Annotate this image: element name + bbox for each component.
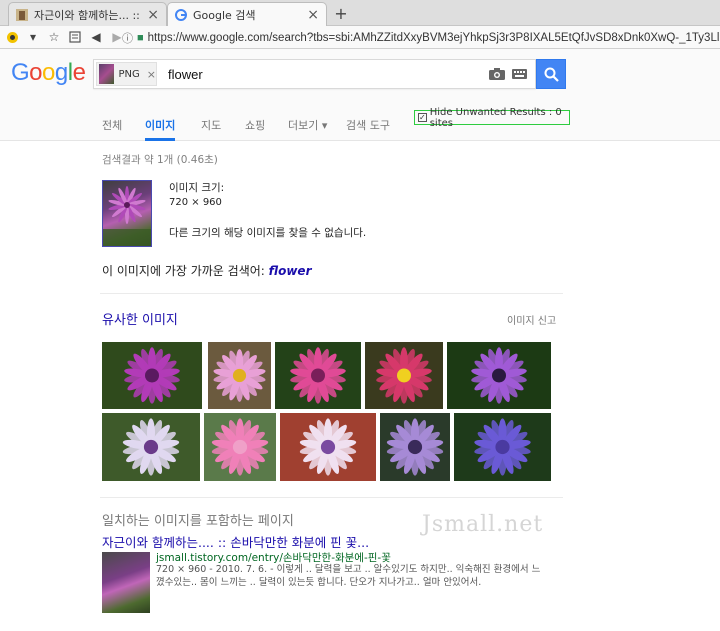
tab-shopping[interactable]: 쇼핑 — [245, 117, 265, 141]
tab-title: 자근이와 함께하는... :: 손바 — [34, 8, 143, 22]
image-size-value: 720 × 960 — [169, 197, 222, 208]
search-icon — [544, 67, 559, 82]
no-other-sizes: 다른 크기의 해당 이미지를 찾을 수 없습니다. — [169, 227, 367, 239]
page-result-title[interactable]: 자근이와 함께하는.... :: 손바닥만한 화분에 핀 꽃... — [102, 532, 369, 551]
snippet-line: 꼈수있는.. 몸이 느끼는 .. 달력이 있는듯 합니다. 단오가 지나가고..… — [156, 577, 482, 588]
similar-image-red-pink-dahlia[interactable] — [365, 342, 443, 409]
similar-image-aster-with-bee[interactable] — [208, 342, 271, 409]
back-icon[interactable]: ◀ — [87, 28, 105, 46]
result-stats: 검색결과 약 1개 (0.46초) — [102, 154, 218, 166]
search-query[interactable]: flower — [168, 67, 203, 82]
bookmark-star-icon[interactable]: ☆ — [45, 28, 63, 46]
similar-image-passion-flower-1[interactable] — [102, 413, 200, 481]
browser-tab-jsmall[interactable]: 자근이와 함께하는... :: 손바 × — [8, 2, 167, 26]
url-text: https://www.google.com/search?tbs=sbi:AM… — [147, 31, 720, 44]
best-guess-link[interactable]: flower — [269, 264, 312, 278]
snippet-line: 720 × 960 - 2010. 7. 6. - 이렇게 .. 달력을 보고 … — [156, 564, 541, 575]
tab-maps[interactable]: 지도 — [201, 117, 221, 141]
page-result-thumbnail[interactable] — [102, 552, 150, 613]
tab-title: Google 검색 — [193, 9, 256, 22]
keyboard-icon[interactable] — [512, 69, 527, 79]
similar-image-pink-mimosa-puff[interactable] — [204, 413, 276, 481]
divider — [100, 497, 563, 498]
search-box[interactable]: PNG × flower — [93, 59, 536, 89]
best-guess-label: 이 이미지에 가장 가까운 검색어: — [102, 264, 265, 278]
tab-all[interactable]: 전체 — [102, 117, 122, 141]
similar-image-purple-spoon-daisy[interactable] — [380, 413, 450, 481]
watermark: Jsmall.net — [422, 512, 544, 537]
hide-results-checkbox[interactable]: ✓ — [418, 113, 427, 122]
page-favicon-icon — [16, 8, 28, 21]
hide-results-label: Hide Unwanted Results : 0 sites — [429, 106, 562, 129]
chip-label: PNG — [118, 68, 140, 80]
new-tab-button[interactable]: + — [332, 4, 350, 23]
similar-image-passion-flower-2[interactable] — [280, 413, 376, 481]
browser-toolbar: ▾ ☆ ◀ ▶ ⓘ ■ https://www.google.com/searc… — [0, 26, 720, 49]
report-images-link[interactable]: 이미지 신고 — [507, 312, 556, 327]
query-image[interactable] — [102, 180, 152, 247]
search-button[interactable] — [536, 59, 566, 89]
similar-image-pink-osteospermum[interactable] — [275, 342, 361, 409]
google-favicon-icon — [175, 9, 187, 21]
similar-images-title[interactable]: 유사한 이미지 — [102, 309, 178, 328]
tab-more[interactable]: 더보기 ▾ — [288, 117, 327, 141]
image-size-label: 이미지 크기: — [169, 182, 225, 194]
extension-icon[interactable] — [3, 28, 21, 46]
divider — [100, 293, 563, 294]
query-image-info: 이미지 크기: 720 × 960 다른 크기의 해당 이미지를 찾을 수 없습… — [169, 180, 366, 240]
page-result-snippet: 720 × 960 - 2010. 7. 6. - 이렇게 .. 달력을 보고 … — [156, 563, 556, 589]
reading-list-icon[interactable] — [66, 28, 84, 46]
pages-with-image-title: 일치하는 이미지를 포함하는 페이지 — [102, 514, 294, 529]
tab-search-tools[interactable]: 검색 도구 — [346, 117, 390, 141]
similar-image-purple-osteospermum[interactable] — [447, 342, 551, 409]
lock-icon: ■ — [137, 31, 144, 44]
image-chip[interactable]: PNG × — [96, 62, 157, 86]
camera-icon[interactable] — [489, 68, 505, 80]
google-header: Google PNG × flower 전체 이미지 지도 쇼핑 더보기 ▾ 검… — [0, 49, 720, 141]
browser-tab-google[interactable]: Google 검색 × — [167, 2, 327, 27]
chevron-down-icon[interactable]: ▾ — [24, 28, 42, 46]
info-icon[interactable]: ⓘ — [122, 30, 133, 46]
tab-close-icon[interactable]: × — [147, 7, 159, 23]
address-bar[interactable]: ⓘ ■ https://www.google.com/search?tbs=sb… — [122, 28, 720, 47]
similar-image-purple-pincushion-flower[interactable] — [102, 342, 202, 409]
best-guess: 이 이미지에 가장 가까운 검색어: flower — [102, 262, 312, 279]
browser-tab-strip: 자근이와 함께하는... :: 손바 × Google 검색 × + — [0, 0, 720, 27]
google-logo[interactable]: Google — [11, 59, 86, 87]
chip-close-icon[interactable]: × — [147, 68, 156, 81]
tab-close-icon[interactable]: × — [307, 7, 319, 23]
hide-unwanted-results[interactable]: ✓ Hide Unwanted Results : 0 sites — [414, 107, 570, 129]
chip-thumbnail — [99, 64, 114, 84]
query-flower-image — [103, 186, 151, 246]
results-content: 검색결과 약 1개 (0.46초) 이미지 크기: 720 × 960 다른 크… — [0, 141, 720, 631]
tab-images[interactable]: 이미지 — [145, 117, 176, 141]
similar-image-blue-scabiosa[interactable] — [454, 413, 551, 481]
search-nav: 전체 이미지 지도 쇼핑 더보기 ▾ 검색 도구 — [0, 109, 720, 141]
